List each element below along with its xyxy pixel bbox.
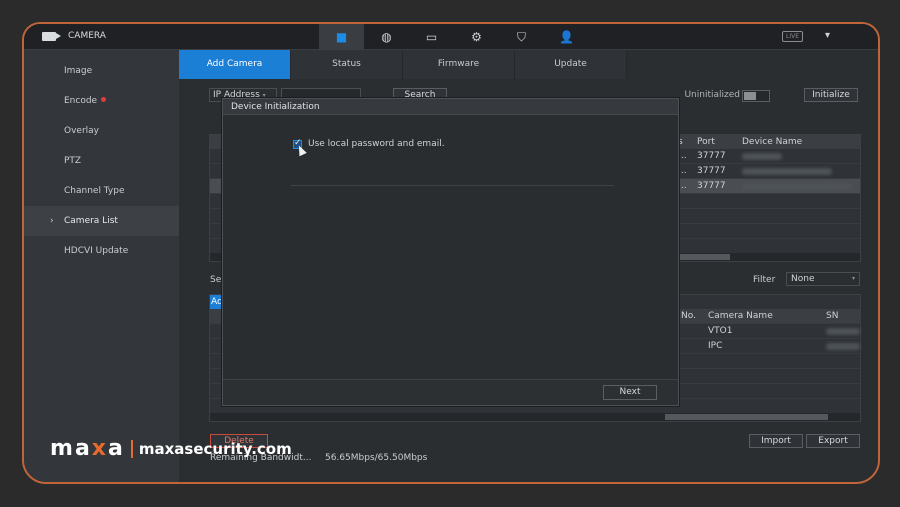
local-password-option[interactable]: Use local password and email. <box>293 138 445 149</box>
user-icon[interactable]: ▾ <box>825 30 830 41</box>
nav-network-icon[interactable]: ◍ <box>364 24 409 50</box>
tab-update[interactable]: Update <box>515 50 627 79</box>
sidebar-item-label: Overlay <box>64 126 99 136</box>
app-title-text: CAMERA <box>68 31 106 41</box>
maxa-logo: maxa <box>50 436 125 461</box>
sidebar-item-camera-list[interactable]: › Camera List <box>24 206 179 236</box>
app-title: CAMERA <box>42 31 106 41</box>
logo-divider <box>130 439 133 458</box>
tab-add-camera[interactable]: Add Camera <box>179 50 291 79</box>
tab-status[interactable]: Status <box>291 50 403 79</box>
chevron-down-icon: ▾ <box>851 275 855 282</box>
sidebar-item-label: Encode <box>64 96 98 106</box>
main-nav: ■ ◍ ▭ ⚙ ⛉ 👤 <box>319 24 589 50</box>
row-camera-name: VTO1 <box>708 326 733 336</box>
column-header-no: No. <box>681 311 696 321</box>
row-port: 37777 <box>697 181 726 191</box>
divider <box>291 185 614 186</box>
sidebar-item-label: HDCVI Update <box>64 246 129 256</box>
column-header-port: Port <box>697 137 715 147</box>
checkbox-label: Use local password and email. <box>308 139 445 149</box>
blurred-device-name <box>742 183 852 190</box>
tab-bar: Add Camera Status Firmware Update <box>179 50 627 79</box>
bandwidth-value: 56.65Mbps/65.50Mbps <box>325 453 428 463</box>
sidebar-item-image[interactable]: Image <box>24 56 179 86</box>
row-s: ... <box>678 151 687 161</box>
import-button[interactable]: Import <box>749 434 803 448</box>
blurred-sn <box>826 343 860 350</box>
scrollbar-thumb[interactable] <box>665 414 828 420</box>
filter-value: None <box>791 274 815 284</box>
uninitialized-label: Uninitialized <box>684 90 740 100</box>
dialog-footer: Next <box>223 379 678 405</box>
sidebar: Image Encode Overlay PTZ Channel Type › C… <box>24 50 179 482</box>
toggle-knob <box>744 92 756 100</box>
sidebar-item-channel-type[interactable]: Channel Type <box>24 176 179 206</box>
column-header-camera-name: Camera Name <box>708 311 773 321</box>
row-s: ... <box>678 166 687 176</box>
nav-settings-icon[interactable]: ⚙ <box>454 24 499 50</box>
column-header-device-name: Device Name <box>742 137 803 147</box>
watermark: maxa maxasecurity.com <box>50 436 292 461</box>
nav-account-icon[interactable]: 👤 <box>544 24 589 50</box>
logo-letter: x <box>91 436 108 461</box>
camera-icon <box>42 31 61 41</box>
alert-dot-icon <box>101 97 107 102</box>
live-button[interactable]: LIVE <box>781 31 803 42</box>
sidebar-item-label: Channel Type <box>64 186 125 196</box>
filter-select[interactable]: None ▾ <box>786 272 860 286</box>
filter-label: Filter <box>753 275 776 285</box>
logo-letter: m <box>50 436 75 461</box>
blurred-device-name <box>742 153 782 160</box>
blurred-sn <box>826 328 860 335</box>
row-port: 37777 <box>697 151 726 161</box>
dialog-title: Device Initialization <box>223 99 678 115</box>
tab-firmware[interactable]: Firmware <box>403 50 515 79</box>
nav-storage-icon[interactable]: ▭ <box>409 24 454 50</box>
sidebar-item-label: Camera List <box>64 216 118 226</box>
sidebar-item-hdcvi-update[interactable]: HDCVI Update <box>24 236 179 266</box>
export-button[interactable]: Export <box>806 434 860 448</box>
nav-camera-icon[interactable]: ■ <box>319 24 364 50</box>
row-port: 37777 <box>697 166 726 176</box>
nav-security-icon[interactable]: ⛉ <box>499 24 544 50</box>
row-camera-name: IPC <box>708 341 723 351</box>
sidebar-item-label: Image <box>64 66 93 76</box>
row-s: ... <box>678 181 687 191</box>
blurred-device-name <box>742 168 832 175</box>
device-initialization-dialog: Device Initialization Use local password… <box>222 98 679 406</box>
sidebar-item-ptz[interactable]: PTZ <box>24 146 179 176</box>
watermark-site: maxasecurity.com <box>138 439 292 458</box>
sidebar-item-label: PTZ <box>64 156 82 166</box>
column-header-sn: SN <box>826 311 839 321</box>
chevron-right-icon: › <box>50 216 54 226</box>
logo-letter: a <box>108 436 125 461</box>
sidebar-item-encode[interactable]: Encode <box>24 86 179 116</box>
horizontal-scrollbar[interactable] <box>210 413 860 421</box>
next-button[interactable]: Next <box>603 385 657 400</box>
sidebar-item-overlay[interactable]: Overlay <box>24 116 179 146</box>
uninitialized-toggle[interactable] <box>742 90 770 102</box>
top-bar: CAMERA ■ ◍ ▭ ⚙ ⛉ 👤 LIVE ▾ <box>24 24 878 50</box>
initialize-button[interactable]: Initialize <box>804 88 858 102</box>
logo-letter: a <box>74 436 92 461</box>
